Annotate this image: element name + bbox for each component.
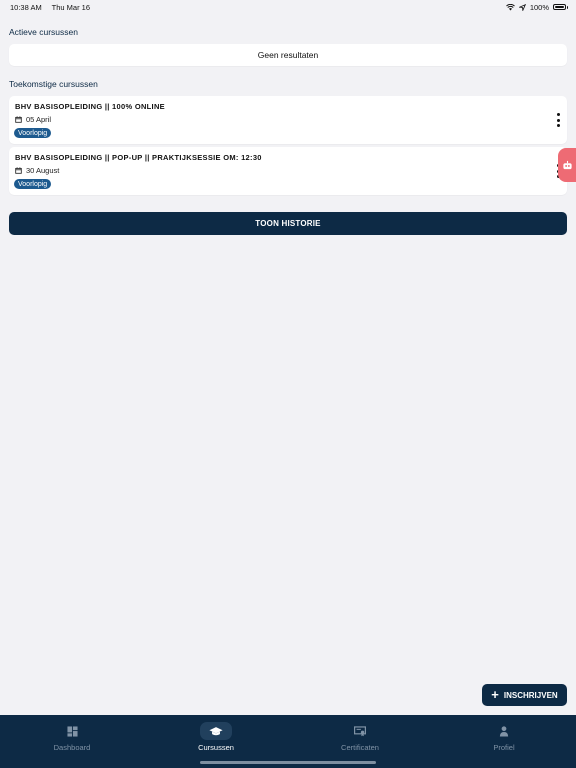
- course-card[interactable]: BHV BASISOPLEIDING || 100% ONLINE 05 Apr…: [9, 96, 567, 144]
- course-date: 05 April: [15, 115, 51, 124]
- tab-profiel[interactable]: Profiel: [432, 715, 576, 768]
- tab-label: Profiel: [493, 743, 515, 752]
- certificate-icon: [344, 722, 376, 740]
- dashboard-icon: [56, 722, 88, 740]
- status-badge: Voorlopig: [14, 128, 52, 138]
- tab-bar: Dashboard Cursussen Certificaten Profiel: [0, 715, 576, 768]
- tab-label: Certificaten: [341, 743, 379, 752]
- course-title: BHV BASISOPLEIDING || 100% ONLINE: [15, 102, 165, 111]
- upcoming-courses-title: Toekomstige cursussen: [9, 79, 98, 89]
- active-courses-empty: Geen resultaten: [9, 44, 567, 66]
- course-date: 30 August: [15, 166, 59, 175]
- show-history-button[interactable]: TOON HISTORIE: [9, 212, 567, 235]
- robot-icon: [562, 160, 572, 169]
- status-date: Thu Mar 16: [51, 2, 91, 12]
- calendar-icon: [15, 116, 22, 123]
- course-title: BHV BASISOPLEIDING || POP-UP || PRAKTIJK…: [15, 153, 262, 162]
- status-badge: Voorlopig: [14, 179, 52, 189]
- graduation-cap-icon: [200, 722, 232, 740]
- tab-label: Dashboard: [53, 743, 91, 752]
- status-right: 100%: [505, 2, 568, 12]
- status-left: 10:38 AM Thu Mar 16: [10, 3, 98, 12]
- plus-icon: +: [491, 687, 499, 702]
- wifi-icon: [505, 3, 515, 10]
- status-time: 10:38 AM: [10, 2, 42, 12]
- active-courses-title: Actieve cursussen: [9, 27, 78, 37]
- enroll-button[interactable]: + INSCHRIJVEN: [482, 684, 567, 706]
- more-options-icon[interactable]: [555, 113, 561, 127]
- tab-label: Cursussen: [198, 743, 234, 752]
- course-date-text: 30 August: [26, 166, 60, 175]
- battery-icon: [553, 4, 568, 10]
- home-indicator: [200, 761, 376, 764]
- calendar-icon: [15, 167, 22, 174]
- location-icon: [518, 3, 526, 11]
- status-bar: 10:38 AM Thu Mar 16 100%: [0, 0, 576, 14]
- tab-dashboard[interactable]: Dashboard: [0, 715, 144, 768]
- enroll-button-label: INSCHRIJVEN: [503, 690, 558, 700]
- course-card[interactable]: BHV BASISOPLEIDING || POP-UP || PRAKTIJK…: [9, 147, 567, 195]
- course-date-text: 05 April: [26, 115, 52, 124]
- battery-percent: 100%: [529, 2, 549, 12]
- feedback-side-tab[interactable]: [558, 148, 576, 182]
- person-icon: [488, 722, 520, 740]
